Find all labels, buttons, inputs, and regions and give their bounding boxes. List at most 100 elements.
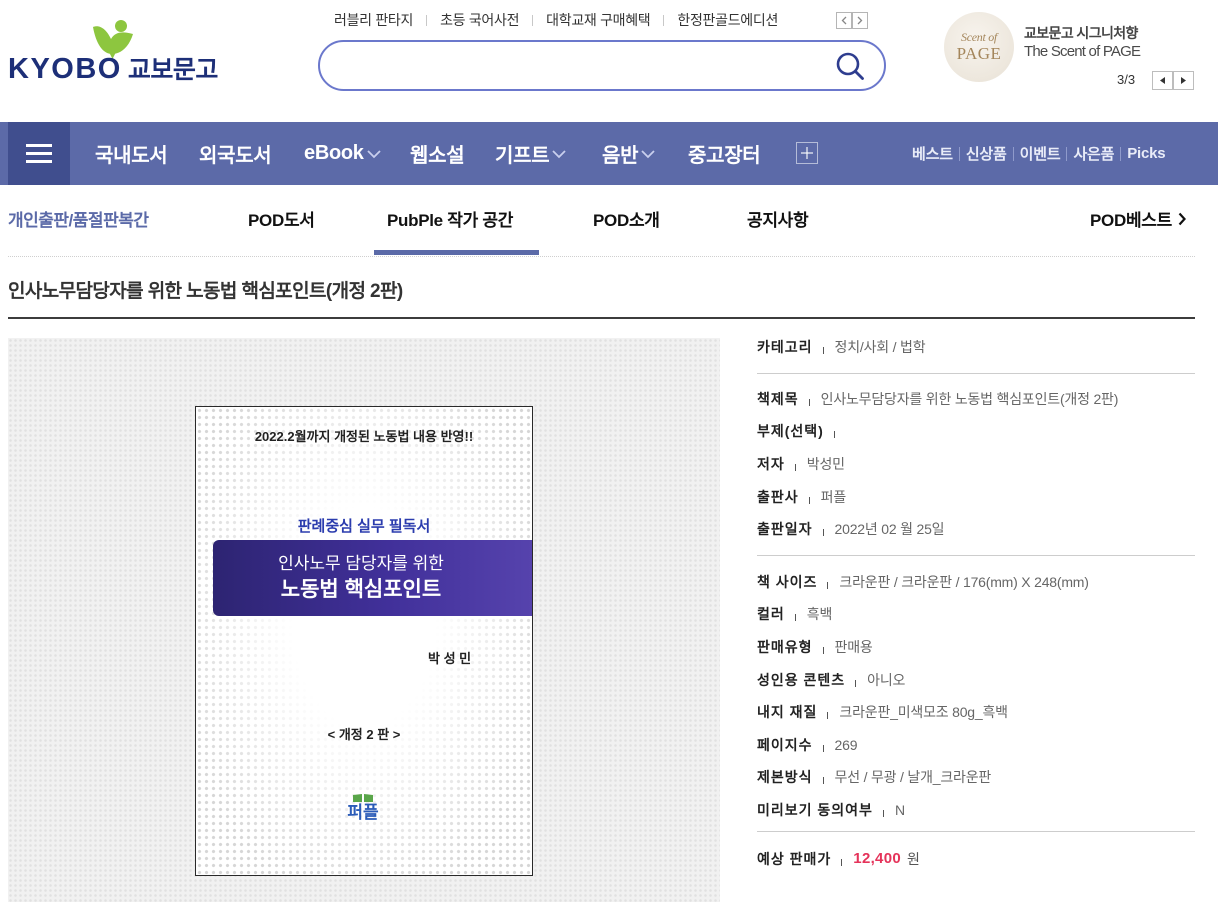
kyobo-logo[interactable]: KYOBO 교보문고 [8, 16, 232, 86]
quick-link-gifts[interactable]: 사은품 [1073, 143, 1114, 164]
top-link[interactable]: 러블리 판타지 [334, 10, 413, 30]
detail-value: 인사노무담당자를 위한 노동법 핵심포인트(개정 2판) [820, 390, 1119, 407]
logo-wordmark: KYOBO 교보문고 [8, 54, 218, 85]
divider [808, 496, 810, 504]
top-links: 러블리 판타지 초등 국어사전 대학교재 구매혜택 한정판골드에디션 [334, 11, 778, 29]
detail-value: 아니오 [867, 671, 906, 688]
tab-notices[interactable]: 공지사항 [747, 206, 809, 231]
promo-counter: 3/3 [1117, 72, 1136, 87]
promo-badge-image[interactable]: Scent of PAGE [944, 12, 1014, 82]
cover-edition: < 개정 2 판 > [327, 727, 401, 742]
divider [958, 146, 960, 161]
detail-label: 내지 재질 [757, 704, 818, 721]
sub-nav-brand[interactable]: 개인출판/품절판복간 [8, 206, 149, 231]
nav-item-label: eBook [304, 142, 364, 164]
detail-label: 제본방식 [757, 769, 813, 786]
book-cover-image: 2022.2월까지 개정된 노동법 내용 반영!! 판례중심 실무 필독서 인사… [195, 406, 533, 876]
detail-row-adult-content: 성인용 콘텐츠 아니오 [757, 663, 1195, 696]
divider [827, 581, 829, 589]
top-link[interactable]: 대학교재 구매혜택 [546, 10, 651, 30]
detail-value: 퍼플 [820, 488, 847, 505]
cover-title-line2: 노동법 핵심포인트 [280, 578, 442, 601]
pod-best-link[interactable]: POD베스트 [1090, 206, 1186, 231]
main-nav: 국내도서 외국도서 eBook 웹소설 기프트 음반 중고장터 베스트 신상품 … [0, 122, 1218, 185]
detail-label: 페이지수 [757, 736, 813, 753]
divider [855, 679, 857, 687]
divider [808, 398, 810, 406]
price-label: 예상 판매가 [757, 850, 832, 867]
nav-item-label: 중고장터 [688, 145, 761, 167]
detail-row-author: 저자 박성민 [757, 448, 1195, 481]
detail-label: 책제목 [757, 390, 799, 407]
add-menu-button[interactable] [796, 142, 818, 164]
detail-row-publish-date: 출판일자 2022년 02 월 25일 [757, 513, 1195, 546]
divider [532, 14, 534, 26]
quick-link-picks[interactable]: Picks [1127, 145, 1165, 162]
badge-text-bottom: PAGE [956, 44, 1002, 63]
cover-title-line1: 인사노무 담당자를 위한 [278, 554, 444, 573]
detail-label: 성인용 콘텐츠 [757, 671, 846, 688]
detail-row-preview-consent: 미리보기 동의여부 N [757, 794, 1195, 827]
promo-title[interactable]: 교보문고 시그니처향 [1024, 23, 1138, 43]
detail-value: N [894, 802, 905, 819]
search-bar [318, 40, 886, 91]
product-details: 카테고리 정치/사회 / 법학 책제목 인사노무담당자를 위한 노동법 핵심포인… [757, 331, 1212, 875]
publisher-logo: 퍼플 [338, 793, 388, 841]
detail-group-category: 카테고리 정치/사회 / 법학 [757, 331, 1195, 374]
nav-item-gift[interactable]: 기프트 [495, 122, 566, 185]
page-title: 인사노무담당자를 위한 노동법 핵심포인트(개정 2판) [8, 281, 403, 302]
top-links-next-button[interactable] [852, 12, 868, 29]
chevron-down-icon [641, 150, 655, 159]
search-input[interactable] [342, 50, 822, 81]
top-link[interactable]: 한정판골드에디션 [677, 10, 778, 30]
nav-item-domestic-books[interactable]: 국내도서 [95, 122, 168, 185]
detail-group-price: 예상 판매가 12,400 원 [757, 832, 1195, 875]
tab-pod-intro[interactable]: POD소개 [593, 206, 660, 231]
menu-button[interactable] [8, 122, 70, 185]
promo-next-button[interactable] [1173, 71, 1194, 90]
quick-link-best[interactable]: 베스트 [912, 143, 953, 164]
chevron-right-icon [1178, 212, 1186, 225]
nav-item-foreign-books[interactable]: 외국도서 [199, 122, 272, 185]
active-tab-indicator [374, 250, 539, 255]
nav-item-music[interactable]: 음반 [602, 122, 655, 185]
top-link[interactable]: 초등 국어사전 [440, 10, 519, 30]
divider [827, 712, 829, 720]
nav-item-used-market[interactable]: 중고장터 [688, 122, 761, 185]
plus-square-icon [801, 147, 813, 159]
detail-row-subtitle: 부제(선택) [757, 415, 1195, 448]
quick-link-new[interactable]: 신상품 [966, 143, 1007, 164]
detail-row-color: 컬러 흑백 [757, 598, 1195, 631]
chevron-down-icon [552, 150, 566, 159]
quick-link-events[interactable]: 이벤트 [1020, 143, 1061, 164]
logo-latin: KYOBO [8, 53, 122, 85]
nav-item-label: 기프트 [495, 145, 550, 167]
nav-item-ebook[interactable]: eBook [304, 122, 381, 185]
detail-row-title: 책제목 인사노무담당자를 위한 노동법 핵심포인트(개정 2판) [757, 383, 1195, 416]
promo-prev-button[interactable] [1152, 71, 1173, 90]
chevron-left-icon [841, 16, 847, 25]
chevron-right-icon [857, 16, 863, 25]
tab-pod-books[interactable]: POD도서 [248, 206, 315, 231]
search-button[interactable] [834, 50, 866, 82]
detail-label: 책 사이즈 [757, 573, 818, 590]
nav-item-web-novel[interactable]: 웹소설 [410, 122, 465, 185]
divider [882, 810, 884, 818]
nav-item-label: 외국도서 [199, 145, 272, 167]
pod-best-label: POD베스트 [1090, 211, 1172, 230]
detail-label: 판매유형 [757, 639, 813, 656]
divider [794, 464, 796, 472]
top-links-prev-button[interactable] [836, 12, 852, 29]
detail-value: 흑백 [806, 606, 833, 623]
detail-row-size: 책 사이즈 크라운판 / 크라운판 / 176(mm) X 248(mm) [757, 566, 1195, 599]
triangle-left-icon [1160, 77, 1165, 84]
tab-pubple-author-space[interactable]: PubPle 작가 공간 [387, 206, 513, 231]
detail-label: 미리보기 동의여부 [757, 802, 873, 819]
quick-links: 베스트 신상품 이벤트 사은품 Picks [912, 122, 1166, 185]
promo-subtitle[interactable]: The Scent of PAGE [1024, 43, 1141, 60]
detail-group-specs: 책 사이즈 크라운판 / 크라운판 / 176(mm) X 248(mm) 컬러… [757, 556, 1195, 833]
divider [663, 14, 665, 26]
cover-headline: 2022.2월까지 개정된 노동법 내용 반영!! [254, 429, 474, 444]
cover-author: 박 성 민 [428, 651, 472, 666]
detail-value: 269 [834, 736, 858, 753]
